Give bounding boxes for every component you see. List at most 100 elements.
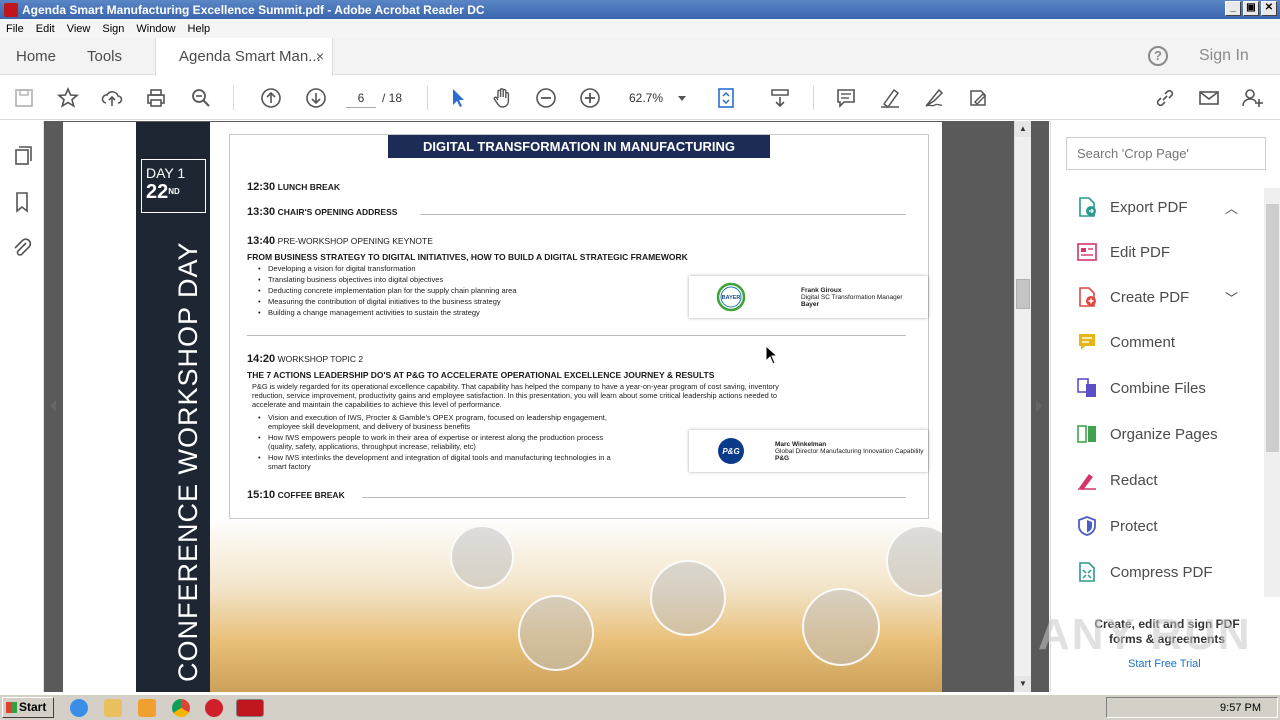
bookmarks-icon[interactable]	[8, 188, 36, 216]
maximize-button[interactable]: ▣	[1243, 1, 1259, 16]
scrolling-mode-icon[interactable]	[766, 84, 794, 112]
start-button[interactable]: Start	[2, 697, 54, 718]
menu-sign[interactable]: Sign	[96, 23, 130, 35]
chevron-up-icon[interactable]: ︿	[1225, 198, 1238, 217]
tool-create-pdf[interactable]: Create PDF ﹀	[1075, 282, 1255, 312]
media-player-icon[interactable]	[138, 699, 156, 717]
topic-bullet-cont: (quality, safety, applications, throughp…	[268, 442, 476, 451]
window-titlebar: Agenda Smart Manufacturing Excellence Su…	[0, 0, 1280, 19]
menu-edit[interactable]: Edit	[30, 23, 61, 35]
tool-compress-pdf[interactable]: Compress PDF	[1075, 557, 1255, 587]
ie-icon[interactable]	[70, 699, 88, 717]
tool-label: Export PDF	[1110, 198, 1188, 216]
tool-export-pdf[interactable]: Export PDF ︿	[1075, 192, 1255, 222]
window-title: Agenda Smart Manufacturing Excellence Su…	[22, 2, 485, 17]
close-tab-icon[interactable]: ×	[316, 38, 324, 75]
tool-label: Create PDF	[1110, 288, 1190, 306]
bayer-logo: BAYER	[716, 282, 746, 312]
previous-page-icon[interactable]	[257, 84, 285, 112]
highlight-pen-icon[interactable]	[876, 84, 904, 112]
upload-cloud-icon[interactable]	[98, 84, 126, 112]
speaker-info: Frank Giroux Digital SC Transformation Ma…	[801, 287, 903, 308]
fill-sign-icon[interactable]	[964, 84, 992, 112]
document-scrollbar[interactable]: ▲ ▼	[1014, 121, 1031, 692]
select-cursor-icon[interactable]	[444, 84, 472, 112]
folder-icon[interactable]	[104, 699, 122, 717]
tool-redact[interactable]: Redact	[1075, 465, 1255, 495]
collapse-right-pane-icon[interactable]	[1036, 400, 1042, 412]
collapse-left-pane-icon[interactable]	[50, 400, 56, 412]
close-window-button[interactable]: ✕	[1261, 1, 1277, 16]
divider	[362, 497, 906, 498]
item-time: 13:30	[247, 206, 276, 218]
combine-files-icon	[1077, 378, 1096, 397]
menu-window[interactable]: Window	[130, 23, 181, 35]
attachments-paperclip-icon[interactable]	[8, 233, 36, 261]
email-icon[interactable]	[1195, 84, 1223, 112]
print-icon[interactable]	[142, 84, 170, 112]
scroll-down-arrow[interactable]: ▼	[1015, 676, 1031, 692]
zoom-out-icon[interactable]	[532, 84, 560, 112]
tools-pane: Export PDF ︿ Edit PDF Create PDF ﹀ Comme…	[1050, 121, 1280, 692]
share-link-icon[interactable]	[1151, 84, 1179, 112]
add-user-icon[interactable]	[1238, 84, 1266, 112]
keynote-bullet: Developing a vision for digital transfor…	[258, 264, 416, 273]
tool-combine-files[interactable]: Combine Files	[1075, 373, 1255, 403]
next-page-icon[interactable]	[302, 84, 330, 112]
edit-pdf-icon	[1077, 243, 1097, 261]
menu-file[interactable]: File	[0, 23, 30, 35]
tool-protect[interactable]: Protect	[1075, 511, 1255, 541]
fit-page-icon[interactable]	[712, 84, 740, 112]
comment-tool-icon	[1079, 334, 1095, 350]
page-thumbnails-icon[interactable]	[8, 141, 36, 169]
keynote-bullet: Deducting concrete implementation plan f…	[258, 286, 516, 295]
menu-help[interactable]: Help	[182, 23, 217, 35]
page-number-input[interactable]: 6	[346, 88, 376, 108]
keynote-item: 13:40 PRE-WORKSHOP OPENING KEYNOTE	[247, 235, 433, 247]
tab-document[interactable]: Agenda Smart Man... ×	[155, 38, 333, 76]
tech-node-circle	[518, 595, 594, 671]
item-label: LUNCH BREAK	[277, 182, 340, 192]
hand-tool-icon[interactable]	[488, 84, 516, 112]
comment-icon[interactable]	[832, 84, 860, 112]
menu-view[interactable]: View	[61, 23, 97, 35]
tool-edit-pdf[interactable]: Edit PDF	[1075, 237, 1255, 267]
lunch-item: 12:30 LUNCH BREAK	[247, 181, 340, 193]
tools-scrollbar[interactable]	[1264, 188, 1280, 597]
tab-tools[interactable]: Tools	[87, 38, 122, 75]
zoom-level-select[interactable]: 62.7%	[622, 88, 692, 108]
create-pdf-icon	[1079, 287, 1096, 307]
item-label: CHAIR'S OPENING ADDRESS	[277, 207, 398, 217]
zoom-in-icon[interactable]	[576, 84, 604, 112]
help-icon[interactable]: ?	[1148, 46, 1168, 66]
acrobat-taskbar-icon[interactable]	[236, 699, 264, 717]
draw-sign-icon[interactable]	[920, 84, 948, 112]
tab-home[interactable]: Home	[16, 38, 56, 75]
tool-organize-pages[interactable]: Organize Pages	[1075, 419, 1255, 449]
opera-icon[interactable]	[205, 699, 223, 717]
speaker-role: Digital SC Transformation Manager	[801, 294, 903, 301]
scroll-thumb[interactable]	[1016, 279, 1030, 309]
topic-para-line: accelerate and maintain the capabilities…	[252, 400, 502, 409]
tech-node-circle	[450, 525, 514, 589]
speaker-name: Marc Winkelman	[775, 441, 827, 448]
compress-pdf-icon	[1079, 562, 1095, 582]
save-icon[interactable]	[10, 84, 38, 112]
sign-in-link[interactable]: Sign In	[1199, 47, 1249, 65]
tool-search-input[interactable]	[1066, 137, 1266, 170]
coffee-item: 15:10 COFFEE BREAK	[247, 489, 345, 501]
scroll-up-arrow[interactable]: ▲	[1015, 121, 1031, 137]
day-label: DAY 1	[146, 165, 186, 181]
redact-icon	[1078, 474, 1096, 490]
tool-label: Organize Pages	[1110, 425, 1218, 443]
tool-label: Combine Files	[1110, 379, 1206, 397]
tool-comment[interactable]: Comment	[1075, 327, 1255, 357]
item-time: 15:10	[247, 489, 276, 501]
tab-bar: Home Tools Agenda Smart Man... ×	[0, 38, 1280, 76]
bookmark-star-icon[interactable]	[54, 84, 82, 112]
chevron-down-icon[interactable]: ﹀	[1225, 288, 1238, 307]
minimize-button[interactable]: _	[1225, 1, 1241, 16]
chrome-icon[interactable]	[172, 699, 190, 717]
tools-scroll-thumb[interactable]	[1266, 204, 1279, 452]
zoom-search-icon[interactable]	[187, 84, 215, 112]
